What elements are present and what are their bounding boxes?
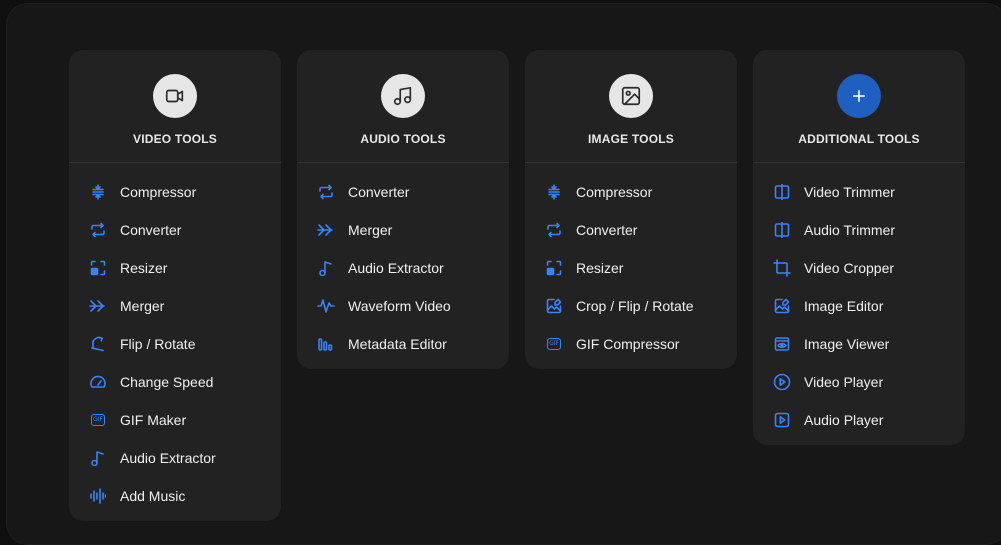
tool-list: Converter Merger Audio Extractor Waveform V…: [297, 163, 509, 369]
card-header: ADDITIONAL TOOLS: [753, 50, 965, 163]
tool-item-video-cropper[interactable]: Video Cropper: [753, 249, 965, 287]
tool-item-label: Waveform Video: [348, 298, 451, 314]
tool-item-video-trimmer[interactable]: Video Trimmer: [753, 173, 965, 211]
tool-item-waveform-video[interactable]: Waveform Video: [297, 287, 509, 325]
tool-item-label: Flip / Rotate: [120, 336, 196, 352]
gif-icon: GIF: [89, 411, 107, 429]
tool-item-label: Video Trimmer: [804, 184, 895, 200]
tool-item-label: Video Cropper: [804, 260, 895, 276]
tool-item-resizer[interactable]: Resizer: [69, 249, 281, 287]
card-header: IMAGE TOOLS: [525, 50, 737, 163]
tool-item-label: Image Viewer: [804, 336, 890, 352]
music-note-icon: [89, 449, 107, 467]
trim-icon: [773, 183, 791, 201]
tool-item-merger[interactable]: Merger: [297, 211, 509, 249]
tool-item-label: Compressor: [576, 184, 653, 200]
play-square-icon: [773, 411, 791, 429]
video-camera-icon: [153, 74, 197, 118]
speedometer-icon: [89, 373, 107, 391]
tool-item-label: Metadata Editor: [348, 336, 447, 352]
card-title: VIDEO TOOLS: [133, 132, 217, 146]
compress-icon: [545, 183, 563, 201]
image-edit-icon: [773, 297, 791, 315]
tool-item-label: Video Player: [804, 374, 884, 390]
tool-item-label: GIF Maker: [120, 412, 187, 428]
tool-item-label: Resizer: [576, 260, 624, 276]
tool-item-image-editor[interactable]: Image Editor: [753, 287, 965, 325]
tool-item-audio-player[interactable]: Audio Player: [753, 401, 965, 439]
card-title: IMAGE TOOLS: [588, 132, 674, 146]
card-header: VIDEO TOOLS: [69, 50, 281, 163]
music-note-icon: [317, 259, 335, 277]
tool-item-converter[interactable]: Converter: [525, 211, 737, 249]
tool-item-label: Image Editor: [804, 298, 884, 314]
convert-arrows-icon: [317, 183, 335, 201]
image-edit-icon: [545, 297, 563, 315]
convert-arrows-icon: [89, 221, 107, 239]
crop-icon: [773, 259, 791, 277]
trim-icon: [773, 221, 791, 239]
convert-arrows-icon: [545, 221, 563, 239]
flip-rotate-icon: [89, 335, 107, 353]
tool-item-metadata-editor[interactable]: Metadata Editor: [297, 325, 509, 363]
music-notes-icon: [381, 74, 425, 118]
tool-item-image-viewer[interactable]: Image Viewer: [753, 325, 965, 363]
resize-icon: [545, 259, 563, 277]
tool-item-change-speed[interactable]: Change Speed: [69, 363, 281, 401]
waveform-icon: [317, 297, 335, 315]
tool-card-audio-tools: AUDIO TOOLS Converter Merger Audio Extracto…: [297, 50, 509, 369]
tool-item-label: Add Music: [120, 488, 186, 504]
image-icon: [609, 74, 653, 118]
tool-item-label: Resizer: [120, 260, 168, 276]
merge-arrows-icon: [317, 221, 335, 239]
resize-icon: [89, 259, 107, 277]
tool-card-image-tools: IMAGE TOOLS Compressor Converter Resizer Cro…: [525, 50, 737, 369]
tool-item-audio-trimmer[interactable]: Audio Trimmer: [753, 211, 965, 249]
tool-item-converter[interactable]: Converter: [297, 173, 509, 211]
audio-bars-icon: [89, 487, 107, 505]
tool-item-audio-extractor[interactable]: Audio Extractor: [297, 249, 509, 287]
card-title: ADDITIONAL TOOLS: [798, 132, 920, 146]
tool-item-crop-flip-rotate[interactable]: Crop / Flip / Rotate: [525, 287, 737, 325]
tool-item-label: Converter: [576, 222, 638, 238]
tool-item-label: Crop / Flip / Rotate: [576, 298, 694, 314]
metadata-bars-icon: [317, 335, 335, 353]
tool-item-label: Audio Extractor: [348, 260, 444, 276]
tool-item-label: Merger: [120, 298, 165, 314]
plus-icon: [837, 74, 881, 118]
tool-item-add-music[interactable]: Add Music: [69, 477, 281, 515]
tool-item-merger[interactable]: Merger: [69, 287, 281, 325]
tool-list: Video Trimmer Audio Trimmer Video Cropper I…: [753, 163, 965, 445]
tool-item-label: Converter: [120, 222, 182, 238]
tool-item-label: Audio Player: [804, 412, 884, 428]
tool-list: Compressor Converter Resizer Merger Flip / R…: [69, 163, 281, 521]
eye-window-icon: [773, 335, 791, 353]
tool-item-label: Merger: [348, 222, 393, 238]
merge-arrows-icon: [89, 297, 107, 315]
tool-item-label: Compressor: [120, 184, 197, 200]
tool-card-additional-tools: ADDITIONAL TOOLS Video Trimmer Audio Trimm…: [753, 50, 965, 445]
tool-item-video-player[interactable]: Video Player: [753, 363, 965, 401]
card-title: AUDIO TOOLS: [360, 132, 446, 146]
tool-item-label: GIF Compressor: [576, 336, 680, 352]
card-header: AUDIO TOOLS: [297, 50, 509, 163]
tool-item-audio-extractor[interactable]: Audio Extractor: [69, 439, 281, 477]
tool-item-compressor[interactable]: Compressor: [69, 173, 281, 211]
tool-item-label: Change Speed: [120, 374, 214, 390]
tool-item-label: Audio Trimmer: [804, 222, 896, 238]
tool-list: Compressor Converter Resizer Crop / Flip / …: [525, 163, 737, 369]
tool-item-gif-maker[interactable]: GIF GIF Maker: [69, 401, 281, 439]
tool-item-converter[interactable]: Converter: [69, 211, 281, 249]
tool-item-resizer[interactable]: Resizer: [525, 249, 737, 287]
tool-item-label: Audio Extractor: [120, 450, 216, 466]
tool-item-label: Converter: [348, 184, 410, 200]
gif-icon: GIF: [545, 335, 563, 353]
tool-item-flip-rotate[interactable]: Flip / Rotate: [69, 325, 281, 363]
tool-item-gif-compressor[interactable]: GIF GIF Compressor: [525, 325, 737, 363]
tool-item-compressor[interactable]: Compressor: [525, 173, 737, 211]
compress-icon: [89, 183, 107, 201]
tool-card-video-tools: VIDEO TOOLS Compressor Converter Resizer Mer…: [69, 50, 281, 521]
play-circle-icon: [773, 373, 791, 391]
